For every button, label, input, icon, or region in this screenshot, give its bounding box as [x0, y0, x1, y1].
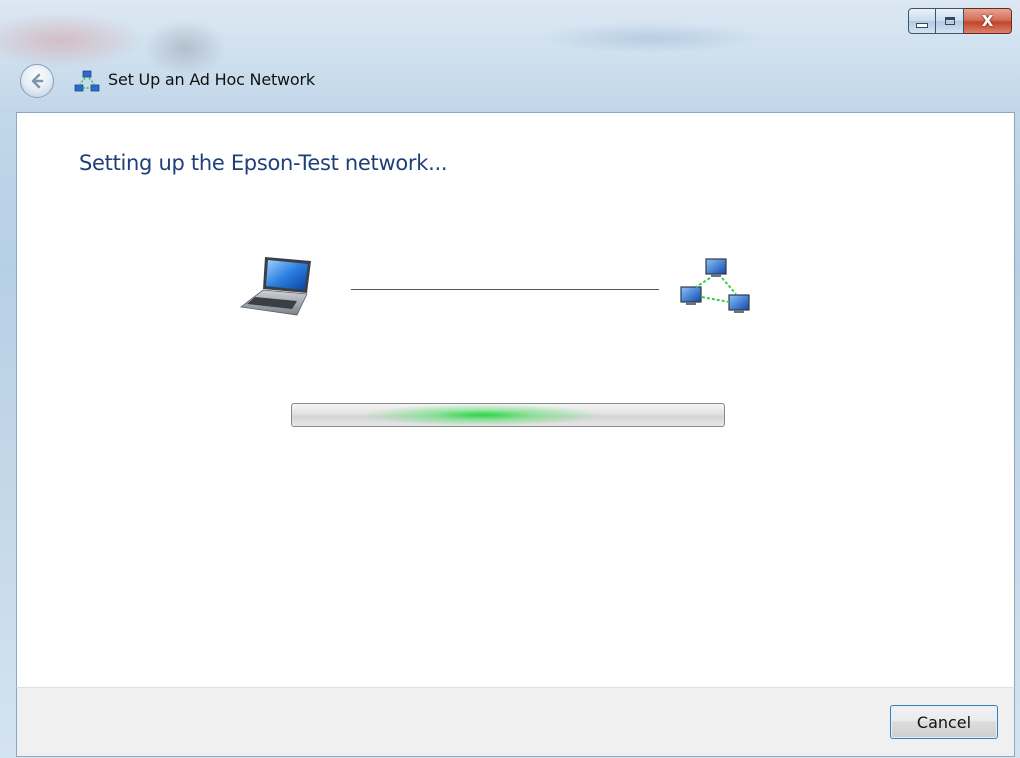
progress-bar — [291, 403, 725, 427]
footer-bar: Cancel — [16, 687, 1015, 757]
network-icon — [680, 258, 750, 313]
minimize-icon — [916, 22, 928, 28]
ad-hoc-network-icon — [74, 70, 100, 92]
close-button[interactable]: X — [964, 8, 1012, 34]
minimize-button[interactable] — [908, 8, 936, 34]
close-icon: X — [981, 12, 994, 30]
page-heading: Setting up the Epson-Test network... — [79, 151, 448, 175]
window-title: Set Up an Ad Hoc Network — [108, 70, 315, 89]
back-arrow-icon — [31, 73, 44, 89]
connection-line — [351, 289, 659, 290]
content-pane: Setting up the Epson-Test network... — [16, 112, 1015, 687]
laptop-icon — [240, 257, 311, 316]
maximize-icon — [944, 17, 955, 25]
caption-buttons: X — [908, 8, 1012, 36]
cancel-button[interactable]: Cancel — [890, 705, 998, 739]
progress-marquee — [363, 404, 601, 426]
aero-glass-background — [0, 0, 1020, 112]
window-frame: X Set Up an Ad Hoc Network Setting up th… — [0, 0, 1020, 758]
back-button[interactable] — [20, 64, 54, 98]
maximize-button[interactable] — [936, 8, 964, 34]
